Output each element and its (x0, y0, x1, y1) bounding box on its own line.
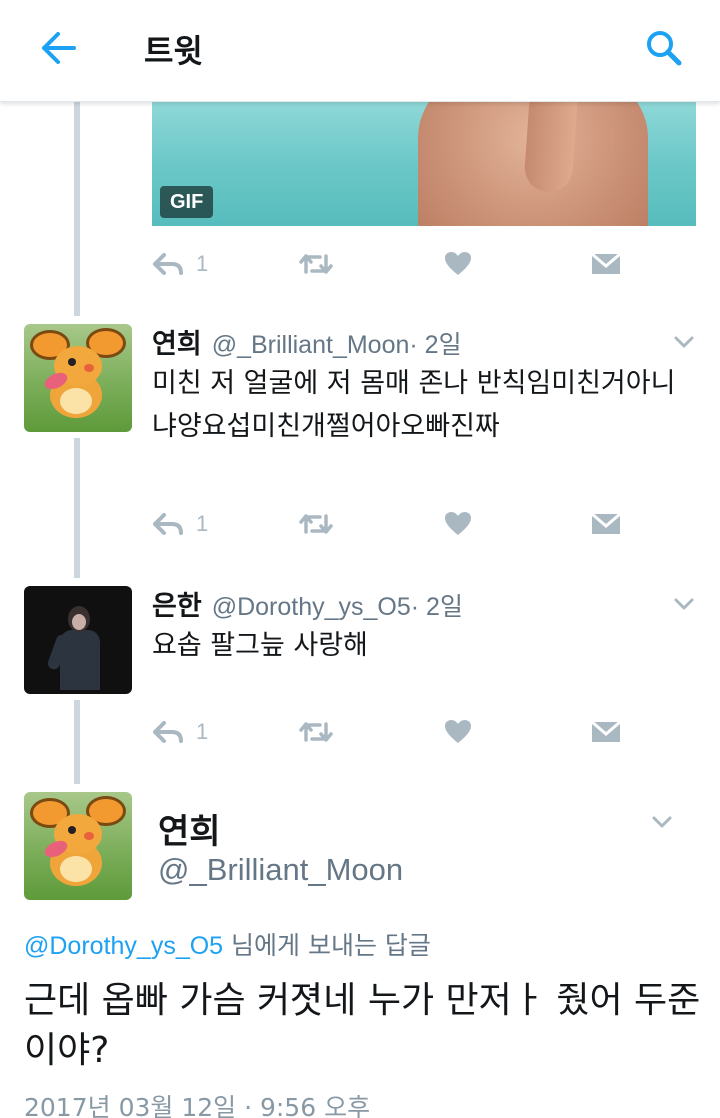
like-button[interactable] (444, 246, 472, 282)
tweet-actions: 1 (152, 506, 632, 542)
display-name[interactable]: 연희 (152, 322, 202, 361)
retweet-icon (299, 722, 333, 742)
avatar[interactable] (24, 586, 132, 694)
tweet-text: 근데 옵빠 가슴 커졋네 누가 만저ㅏ 줬어 두준이야? (24, 980, 701, 1071)
tweet-text: 요솝 팔그늪 사랑해 (152, 630, 368, 661)
user-handle[interactable]: @_Brilliant_Moon (158, 852, 403, 888)
reply-icon (153, 253, 183, 275)
tweet-actions: 1 (152, 714, 632, 750)
reply-count: 1 (196, 251, 209, 276)
tweet-header: 은한 @Dorothy_ys_O5 · 2일 (152, 584, 463, 623)
display-name[interactable]: 연희 (158, 804, 221, 853)
page-title: 트윗 (144, 32, 203, 70)
avatar[interactable] (24, 792, 132, 900)
avatar[interactable] (24, 324, 132, 432)
reply-count: 1 (196, 511, 209, 536)
envelope-icon (591, 252, 621, 274)
display-name[interactable]: 은한 (152, 584, 202, 623)
top-bar: 트윗 (0, 0, 720, 102)
tweet-header: 연희 @_Brilliant_Moon · 2일 (152, 322, 462, 361)
heart-icon (445, 720, 471, 743)
thread-connector (74, 102, 80, 316)
retweet-icon (299, 254, 333, 274)
reply-count: 1 (196, 719, 209, 744)
reply-button[interactable]: 1 (152, 714, 208, 750)
replying-to: @Dorothy_ys_O5 님에게 보내는 답글 (24, 926, 431, 962)
user-handle[interactable]: @Dorothy_ys_O5 (212, 593, 411, 622)
search-icon (647, 31, 682, 66)
reply-button[interactable]: 1 (152, 246, 208, 282)
thread-connector (74, 700, 80, 784)
chevron-down-icon[interactable] (672, 592, 696, 616)
thread-connector (74, 438, 80, 578)
heart-icon (445, 512, 471, 535)
tweet-time: · 2일 (409, 331, 462, 359)
reply-mention-link[interactable]: @Dorothy_ys_O5 (24, 932, 223, 960)
retweet-button[interactable] (298, 506, 334, 542)
tweet-media-gif[interactable]: GIF (152, 102, 696, 226)
direct-message-button[interactable] (590, 246, 622, 282)
reply-icon (153, 721, 183, 743)
tweet-actions: 1 (152, 246, 632, 282)
heart-icon (445, 252, 471, 275)
gif-badge: GIF (160, 186, 214, 218)
chevron-down-icon[interactable] (672, 330, 696, 354)
tweet-timestamp: 2017년 03월 12일 · 9:56 오후 (24, 1093, 371, 1118)
like-button[interactable] (444, 506, 472, 542)
user-handle[interactable]: @_Brilliant_Moon (212, 331, 410, 360)
retweet-icon (299, 514, 333, 534)
reply-button[interactable]: 1 (152, 506, 208, 542)
back-button[interactable] (36, 28, 80, 68)
envelope-icon (591, 512, 621, 534)
media-figure (418, 102, 696, 226)
envelope-icon (591, 720, 621, 742)
tweet-text: 미친 저 얼굴에 저 몸매 존나 반칙임미친거아니냐양요섭미친개쩔어아오빠진짜 (152, 368, 676, 442)
chevron-down-icon[interactable] (650, 810, 674, 834)
reply-icon (153, 513, 183, 535)
retweet-button[interactable] (298, 714, 334, 750)
direct-message-button[interactable] (590, 506, 622, 542)
search-button[interactable] (642, 26, 686, 70)
retweet-button[interactable] (298, 246, 334, 282)
direct-message-button[interactable] (590, 714, 622, 750)
replying-to-label: 님에게 보내는 답글 (223, 931, 431, 960)
arrow-left-icon (42, 32, 76, 64)
tweet-time: · 2일 (410, 593, 463, 621)
like-button[interactable] (444, 714, 472, 750)
